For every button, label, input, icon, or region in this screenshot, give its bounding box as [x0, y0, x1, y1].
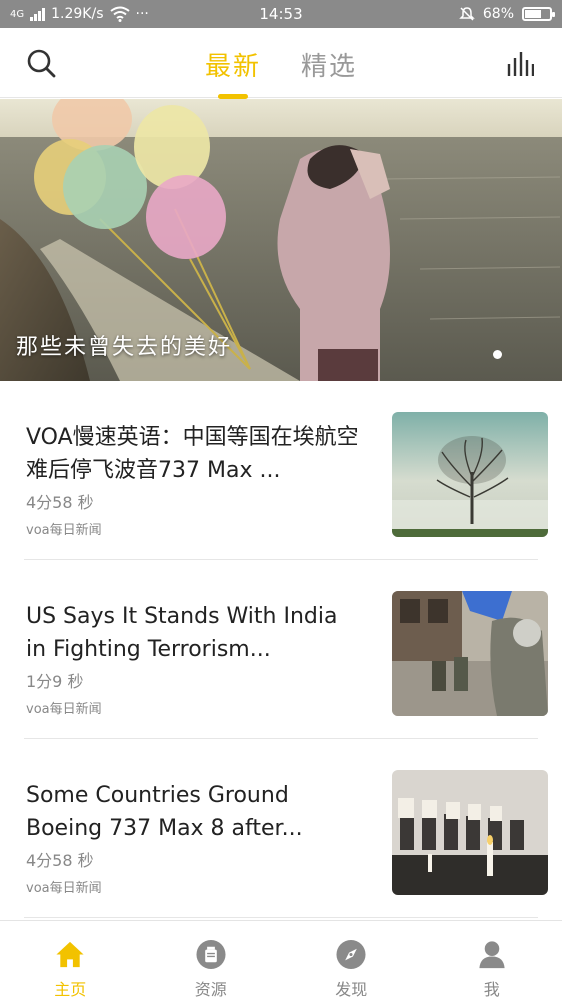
article-duration: 4分58 秒: [26, 851, 94, 870]
nav-home[interactable]: 主页: [0, 921, 141, 1000]
feed-tabs: 最新 精选: [205, 46, 357, 83]
article-duration: 4分58 秒: [26, 493, 94, 512]
network-speed: 1.29K/s: [51, 6, 104, 22]
signal-icon: [30, 7, 46, 21]
article-title: Some Countries Ground Boeing 737 Max 8 a…: [26, 783, 303, 841]
article-duration: 1分9 秒: [26, 672, 84, 691]
nav-resources[interactable]: 资源: [141, 921, 282, 1000]
search-icon[interactable]: [26, 48, 58, 80]
home-icon: [56, 941, 84, 968]
status-left: 4G 1.29K/s ···: [10, 6, 149, 22]
street-scene-image: [392, 591, 548, 716]
article-thumbnail: [392, 770, 548, 895]
battery-level: [525, 10, 542, 18]
banner-page-indicator: [493, 350, 502, 359]
tab-latest[interactable]: 最新: [205, 46, 261, 83]
nav-discover[interactable]: 发现: [281, 921, 422, 1000]
banner-caption: 那些未曾失去的美好: [16, 335, 233, 360]
battery-icon: [522, 7, 555, 21]
tab-featured[interactable]: 精选: [301, 46, 357, 83]
network-type: 4G: [10, 8, 25, 20]
nav-label: 我: [483, 980, 500, 999]
article-title: VOA慢速英语：中国等国在埃航空难后停飞波音737 Max ...: [26, 425, 359, 483]
wifi-icon: [109, 6, 130, 22]
battery-percent: 68%: [482, 6, 514, 22]
article-thumbnail: [392, 591, 548, 716]
status-bar: 4G 1.29K/s ··· 14:53 68%: [0, 0, 562, 28]
top-header: 最新 精选: [0, 28, 562, 98]
article-thumbnail: [392, 412, 548, 537]
compass-icon: [336, 939, 366, 970]
tree-image: [392, 412, 548, 537]
nav-me[interactable]: 我: [422, 921, 562, 1000]
article-source: voa每日新闻: [26, 881, 102, 896]
article-list: VOA慢速英语：中国等国在埃航空难后停飞波音737 Max ... 4分58 秒…: [0, 381, 562, 918]
resource-icon: [196, 939, 226, 970]
status-right: 68%: [459, 6, 555, 22]
article-item[interactable]: US Says It Stands With India in Fighting…: [24, 560, 548, 739]
article-item[interactable]: VOA慢速英语：中国等国在埃航空难后停飞波音737 Max ... 4分58 秒…: [24, 381, 548, 560]
memorial-image: [392, 770, 548, 895]
hero-banner[interactable]: 那些未曾失去的美好: [0, 99, 562, 381]
bottom-nav: 主页 资源 发现 我: [0, 920, 562, 1000]
nav-label: 发现: [335, 980, 368, 999]
article-source: voa每日新闻: [26, 702, 102, 717]
article-source: voa每日新闻: [26, 523, 102, 538]
mute-bell-icon: [459, 7, 475, 21]
more-indicator: ···: [135, 6, 149, 22]
user-icon: [479, 941, 505, 969]
article-item[interactable]: Some Countries Ground Boeing 737 Max 8 a…: [24, 739, 548, 918]
nav-label: 资源: [194, 980, 227, 999]
nav-label: 主页: [54, 980, 87, 999]
article-title: US Says It Stands With India in Fighting…: [26, 604, 338, 662]
bar-chart-icon[interactable]: [506, 50, 534, 78]
status-time: 14:53: [259, 5, 303, 23]
